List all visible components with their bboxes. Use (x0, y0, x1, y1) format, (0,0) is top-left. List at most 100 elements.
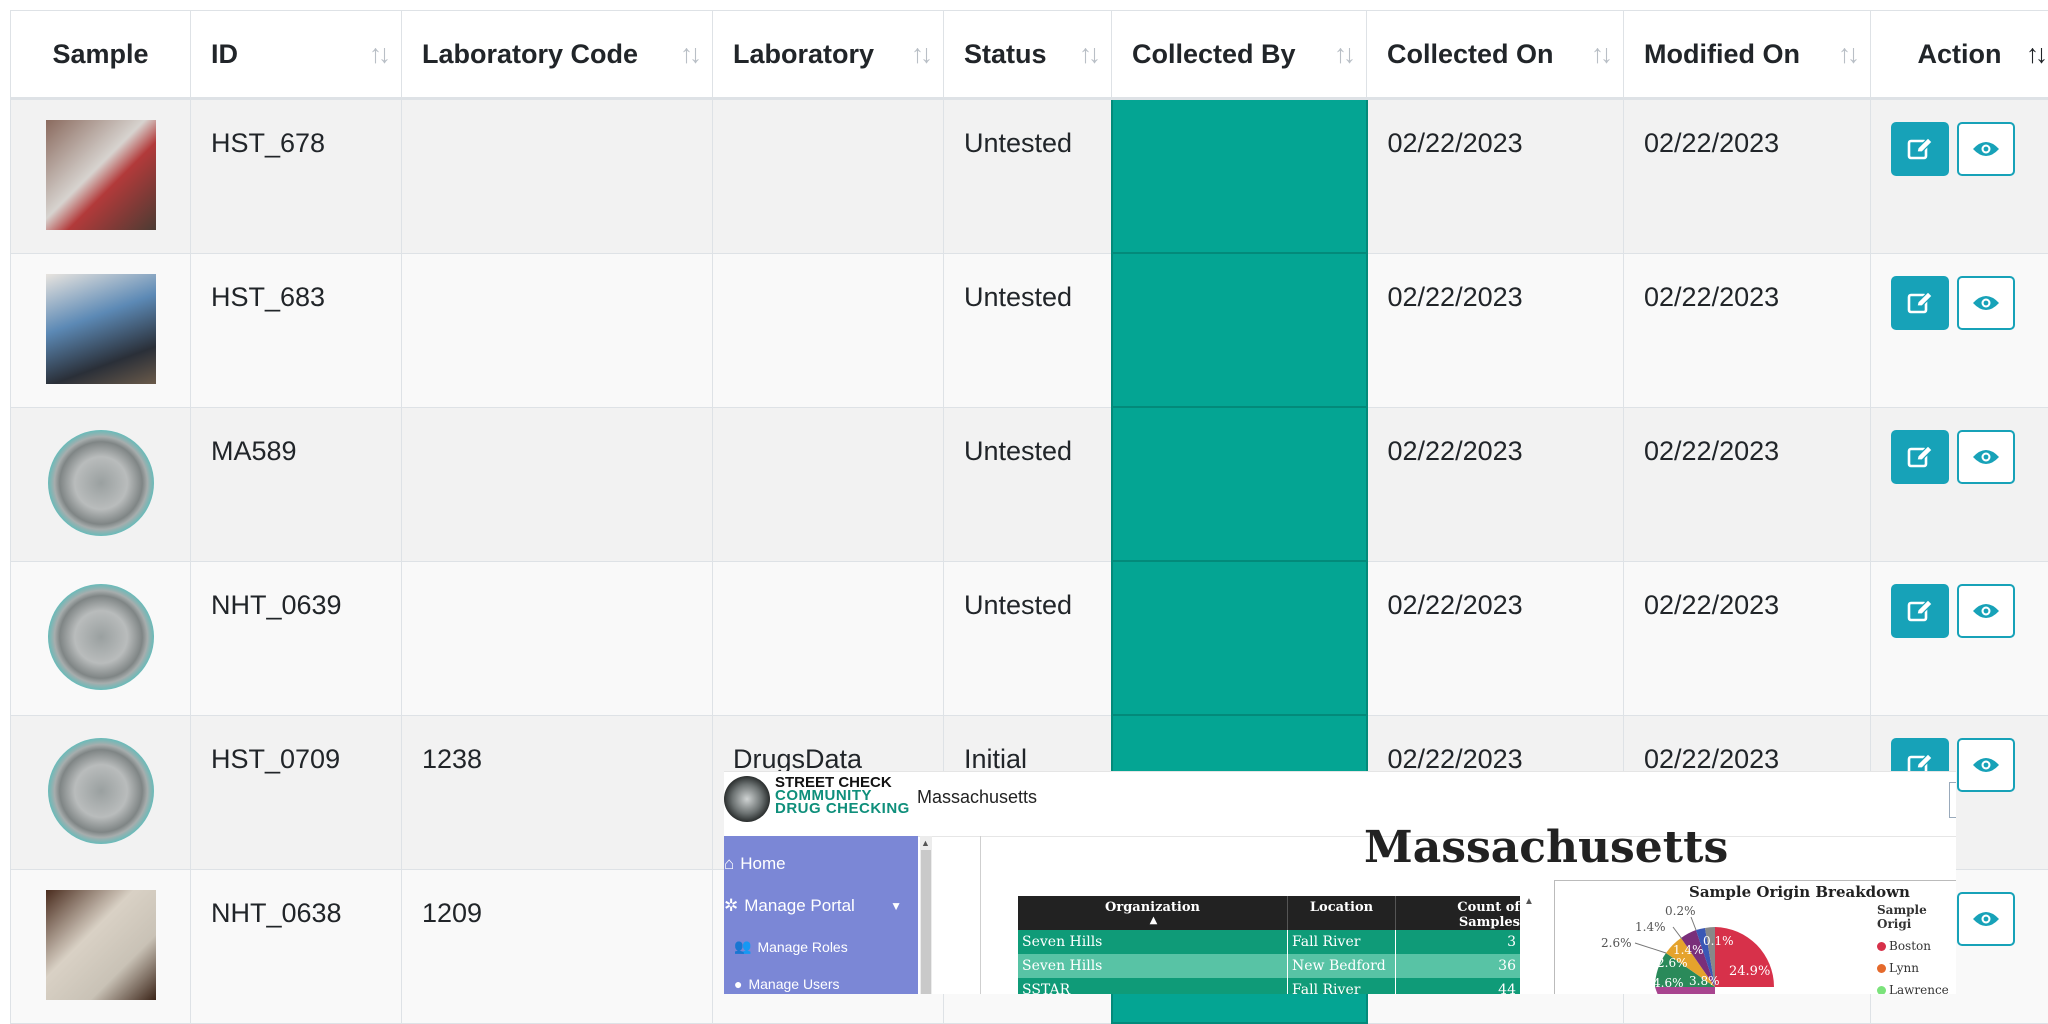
sort-icon[interactable]: ↑↓ (1334, 39, 1352, 70)
scroll-up-arrow-icon[interactable]: ▲ (921, 838, 930, 848)
street-check-logo[interactable]: STREET CHECK COMMUNITY DRUG CHECKING (775, 776, 910, 815)
collected-by-cell-redacted (1112, 561, 1367, 715)
edit-icon (1907, 291, 1933, 315)
action-cell (1871, 253, 2048, 407)
header-lab-code-label: Laboratory Code (422, 39, 638, 69)
edit-button[interactable] (1891, 276, 1949, 330)
org-table-scroll-up-icon[interactable]: ▲ (1524, 896, 1534, 994)
count-col-header[interactable]: Count of Samples (1396, 896, 1520, 930)
org-col-header[interactable]: Organization▲ (1018, 896, 1288, 930)
pie-label: 1.4% (1673, 943, 1704, 957)
sample-placeholder-thumbnail[interactable] (48, 430, 154, 536)
sidebar-item-label: Manage Users (748, 976, 839, 992)
sort-icon[interactable]: ↑↓ (680, 39, 698, 70)
legend-label: Boston (1889, 939, 1931, 953)
sample-photo-thumbnail[interactable] (46, 274, 156, 384)
sort-icon[interactable]: ↑↓ (1079, 39, 1097, 70)
pie-label: 1.4% (1635, 920, 1666, 934)
header-collected-on[interactable]: Collected On↑↓ (1367, 11, 1624, 99)
id-cell: MA589 (191, 407, 402, 561)
collected-on-cell: 02/22/2023 (1367, 407, 1624, 561)
collected-on-cell: 02/22/2023 (1367, 99, 1624, 254)
sample-photo-thumbnail[interactable] (46, 890, 156, 1000)
home-icon: ⌂ (724, 854, 734, 874)
sidebar-item-label: Home (740, 854, 785, 874)
view-button[interactable] (1957, 430, 2015, 484)
laboratory-name (733, 562, 923, 590)
view-button[interactable] (1957, 122, 2015, 176)
table-row[interactable]: Seven Hills Fall River 3 (1018, 930, 1520, 954)
sample-placeholder-thumbnail[interactable] (48, 584, 154, 690)
header-action[interactable]: Action↑↓ (1871, 11, 2048, 99)
scrollbar-thumb[interactable] (921, 850, 931, 994)
header-lab-code[interactable]: Laboratory Code ↑↓ (402, 11, 713, 99)
edit-button[interactable] (1891, 122, 1949, 176)
status-text: Initial (964, 716, 1091, 775)
location-col-header[interactable]: Location (1288, 896, 1396, 930)
view-button[interactable] (1957, 276, 2015, 330)
sidebar-item-manage-roles[interactable]: 👥Manage Roles (734, 938, 848, 955)
eye-icon (1972, 448, 2000, 466)
lab-code (422, 408, 692, 436)
table-row: MA589 Untested 02/22/2023 02/22/2023 (11, 407, 2048, 561)
sort-icon[interactable]: ↑↓ (911, 39, 929, 70)
header-modified-on[interactable]: Modified On↑↓ (1624, 11, 1871, 99)
laboratory-cell (713, 253, 944, 407)
edit-button[interactable] (1891, 584, 1949, 638)
header-laboratory-label: Laboratory (733, 39, 874, 69)
view-button[interactable] (1957, 738, 2015, 792)
sample-cell (11, 561, 191, 715)
sample-id: MA589 (211, 408, 381, 467)
sort-icon[interactable]: ↑↓ (369, 39, 387, 70)
lab-code-cell: 1209 (402, 869, 713, 1023)
header-collected-by[interactable]: Collected By↑↓ (1112, 11, 1367, 99)
header-id[interactable]: ID↑↓ (191, 11, 402, 99)
view-button[interactable] (1957, 892, 2015, 946)
sidebar-item-label: Manage Roles (757, 939, 847, 955)
collected-by-cell-redacted (1112, 407, 1367, 561)
sort-up-icon[interactable]: ▲ (1018, 915, 1287, 926)
org-location: Fall River (1288, 930, 1396, 954)
organization-table-header: Organization▲ Location Count of Samples (1018, 896, 1520, 930)
legend-item-lawrence[interactable]: Lawrence (1877, 979, 1956, 994)
action-buttons (1891, 254, 2048, 330)
sidebar-item-manage-portal[interactable]: ✲Manage Portal ▼ (724, 896, 914, 916)
view-button[interactable] (1957, 584, 2015, 638)
sidebar-item-home[interactable]: ⌂ Home (724, 854, 786, 874)
sample-photo-thumbnail[interactable] (46, 120, 156, 230)
pie-label: 0.2% (1665, 904, 1696, 918)
lab-code-cell (402, 99, 713, 254)
modified-on-date: 02/22/2023 (1644, 100, 1850, 159)
sidebar-item-manage-users[interactable]: ●Manage Users (734, 976, 840, 992)
org-count: 44 (1396, 978, 1520, 994)
modified-on-cell: 02/22/2023 (1624, 253, 1871, 407)
table-row[interactable]: Seven Hills New Bedford 36 (1018, 954, 1520, 978)
laboratory-cell (713, 407, 944, 561)
eye-icon (1972, 602, 2000, 620)
legend-item-lynn[interactable]: Lynn (1877, 957, 1956, 979)
lab-code (422, 254, 692, 282)
pie-label: 2.6% (1601, 936, 1632, 950)
sample-placeholder-thumbnail[interactable] (48, 738, 154, 844)
legend-item-boston[interactable]: Boston (1877, 935, 1956, 957)
modified-on-cell: 02/22/2023 (1624, 407, 1871, 561)
header-status[interactable]: Status↑↓ (944, 11, 1112, 99)
sample-id: NHT_0638 (211, 870, 381, 929)
sort-icon[interactable]: ↑↓ (1591, 39, 1609, 70)
state-selector-label[interactable]: Massachusetts (917, 787, 1037, 808)
header-control[interactable] (1949, 782, 1956, 818)
pie-legend: Sample Origi Boston Lynn Lawrence (1877, 903, 1956, 994)
sort-icon[interactable]: ↑↓ (2026, 39, 2044, 70)
sort-icon[interactable]: ↑↓ (1838, 39, 1856, 70)
edit-button[interactable] (1891, 430, 1949, 484)
org-name: SSTAR (1018, 978, 1288, 994)
table-row[interactable]: SSTAR Fall River 44 (1018, 978, 1520, 994)
legend-label: Lynn (1889, 961, 1919, 975)
sidebar-scrollbar[interactable]: ▲ (920, 836, 932, 994)
org-location: New Bedford (1288, 954, 1396, 978)
id-cell: NHT_0639 (191, 561, 402, 715)
laboratory-name (733, 100, 923, 128)
location-col-label: Location (1310, 900, 1373, 915)
header-laboratory[interactable]: Laboratory ↑↓ (713, 11, 944, 99)
table-row: NHT_0639 Untested 02/22/2023 02/22/2023 (11, 561, 2048, 715)
